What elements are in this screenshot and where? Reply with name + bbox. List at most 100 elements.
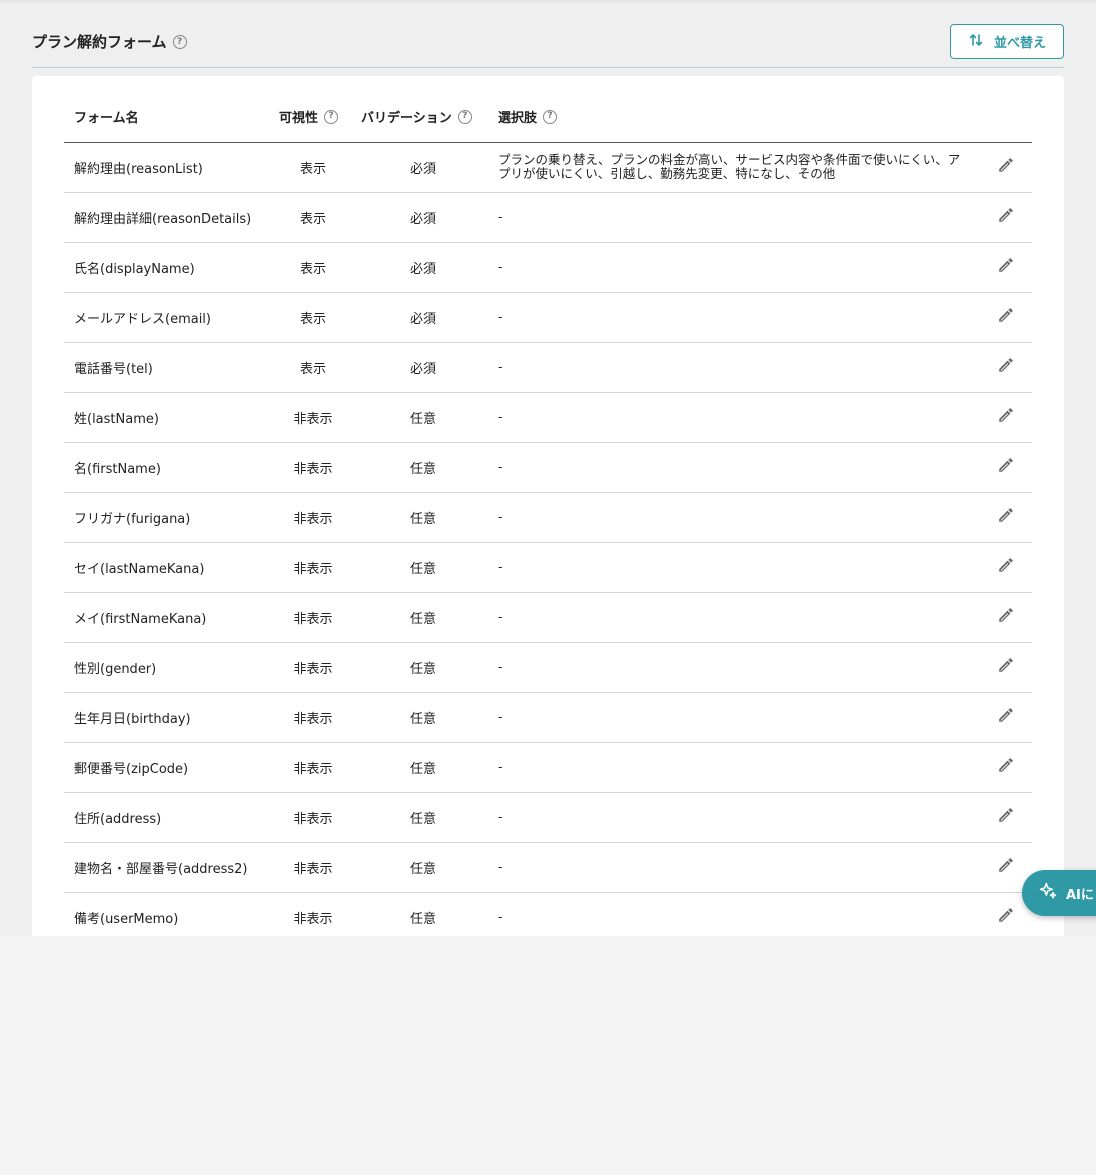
cell-visibility: 表示	[270, 342, 356, 393]
table-row: メイ(firstNameKana) 非表示 任意 -	[64, 592, 1032, 643]
table-row: セイ(lastNameKana) 非表示 任意 -	[64, 542, 1032, 593]
pencil-icon[interactable]	[997, 606, 1015, 624]
table-row: 電話番号(tel) 表示 必須 -	[64, 342, 1032, 393]
cell-options-text: -	[498, 359, 503, 374]
cell-edit	[980, 542, 1032, 593]
cell-validation: 任意	[356, 492, 490, 543]
column-header-validation-label: バリデーション	[361, 111, 452, 127]
pencil-icon[interactable]	[997, 306, 1015, 324]
pencil-icon[interactable]	[997, 506, 1015, 524]
cell-options-text: -	[498, 709, 503, 724]
column-header-name: フォーム名	[64, 92, 270, 143]
cell-options: -	[490, 292, 980, 343]
cell-options: -	[490, 892, 980, 936]
table-header-row: フォーム名 可視性 ? バリデーション ? 選択肢 ?	[64, 92, 1032, 143]
cell-options: -	[490, 692, 980, 743]
cell-edit	[980, 192, 1032, 243]
pencil-icon[interactable]	[997, 906, 1015, 924]
pencil-icon[interactable]	[997, 456, 1015, 474]
page-title: プラン解約フォーム ?	[32, 32, 187, 52]
cell-name: 姓(lastName)	[64, 392, 270, 443]
column-header-options: 選択肢 ?	[490, 92, 980, 143]
cell-options: -	[490, 592, 980, 643]
cell-visibility: 非表示	[270, 592, 356, 643]
cell-options-text: -	[498, 859, 503, 874]
cell-options: -	[490, 742, 980, 793]
table-row: 郵便番号(zipCode) 非表示 任意 -	[64, 742, 1032, 793]
cell-visibility: 非表示	[270, 742, 356, 793]
cell-name: 備考(userMemo)	[64, 892, 270, 936]
sort-button-label: 並べ替え	[993, 36, 1046, 51]
cell-options: -	[490, 492, 980, 543]
cell-validation: 任意	[356, 542, 490, 593]
cell-validation: 任意	[356, 792, 490, 843]
cell-name: セイ(lastNameKana)	[64, 542, 270, 593]
visibility-help-icon[interactable]: ?	[324, 109, 339, 124]
cell-options-text: -	[498, 209, 503, 224]
ai-button-label: AIに	[1066, 887, 1094, 903]
pencil-icon[interactable]	[997, 756, 1015, 774]
sort-button[interactable]: 並べ替え	[950, 24, 1064, 59]
cell-name: 生年月日(birthday)	[64, 692, 270, 743]
pencil-icon[interactable]	[997, 206, 1015, 224]
cell-name: 解約理由(reasonList)	[64, 142, 270, 193]
form-fields-card: フォーム名 可視性 ? バリデーション ? 選択肢 ? 解約理由(reasonL…	[32, 76, 1064, 936]
column-header-edit	[980, 92, 1032, 143]
table-row: 備考(userMemo) 非表示 任意 -	[64, 892, 1032, 936]
pencil-icon[interactable]	[997, 156, 1015, 174]
pencil-icon[interactable]	[997, 656, 1015, 674]
cell-name: 氏名(displayName)	[64, 242, 270, 293]
table-row: フリガナ(furigana) 非表示 任意 -	[64, 492, 1032, 543]
sort-arrows-icon	[968, 32, 984, 52]
pencil-icon[interactable]	[997, 256, 1015, 274]
cell-options: -	[490, 642, 980, 693]
cell-visibility: 非表示	[270, 842, 356, 893]
cell-validation: 任意	[356, 392, 490, 443]
pencil-icon[interactable]	[997, 406, 1015, 424]
cell-edit	[980, 642, 1032, 693]
cell-name: 住所(address)	[64, 792, 270, 843]
cell-options-text: -	[498, 259, 503, 274]
cell-visibility: 表示	[270, 242, 356, 293]
ai-assistant-button[interactable]: AIに	[1022, 870, 1096, 916]
options-help-icon[interactable]: ?	[543, 109, 558, 124]
table-row: 解約理由詳細(reasonDetails) 表示 必須 -	[64, 192, 1032, 243]
table-row: メールアドレス(email) 表示 必須 -	[64, 292, 1032, 343]
table-row: 解約理由(reasonList) 表示 必須 プランの乗り替え、プランの料金が高…	[64, 142, 1032, 193]
page-title-text: プラン解約フォーム	[32, 33, 167, 51]
cell-visibility: 非表示	[270, 692, 356, 743]
cell-options: プランの乗り替え、プランの料金が高い、サービス内容や条件面で使いにくい、アプリが…	[490, 142, 980, 193]
cell-validation: 任意	[356, 692, 490, 743]
cell-edit	[980, 392, 1032, 443]
cell-options: -	[490, 542, 980, 593]
pencil-icon[interactable]	[997, 706, 1015, 724]
pencil-icon[interactable]	[997, 556, 1015, 574]
cell-name: 電話番号(tel)	[64, 342, 270, 393]
cell-options-text: -	[498, 509, 503, 524]
cell-validation: 任意	[356, 592, 490, 643]
cell-edit	[980, 742, 1032, 793]
cell-validation: 必須	[356, 342, 490, 393]
cell-options-text: -	[498, 809, 503, 824]
cell-options: -	[490, 242, 980, 293]
cell-visibility: 非表示	[270, 392, 356, 443]
cell-validation: 任意	[356, 842, 490, 893]
table-row: 姓(lastName) 非表示 任意 -	[64, 392, 1032, 443]
sparkle-icon	[1038, 881, 1058, 905]
cell-name: 名(firstName)	[64, 442, 270, 493]
column-header-options-label: 選択肢	[498, 111, 538, 127]
cell-options-text: -	[498, 759, 503, 774]
help-icon[interactable]: ?	[172, 35, 187, 49]
cell-validation: 必須	[356, 242, 490, 293]
cell-name: メイ(firstNameKana)	[64, 592, 270, 643]
pencil-icon[interactable]	[997, 356, 1015, 374]
table-row: 生年月日(birthday) 非表示 任意 -	[64, 692, 1032, 743]
form-fields-table: フォーム名 可視性 ? バリデーション ? 選択肢 ? 解約理由(reasonL…	[64, 92, 1032, 936]
cell-visibility: 表示	[270, 192, 356, 243]
pencil-icon[interactable]	[997, 856, 1015, 874]
cell-options: -	[490, 192, 980, 243]
validation-help-icon[interactable]: ?	[457, 109, 472, 124]
cell-options-text: -	[498, 609, 503, 624]
cell-visibility: 非表示	[270, 892, 356, 936]
pencil-icon[interactable]	[997, 806, 1015, 824]
